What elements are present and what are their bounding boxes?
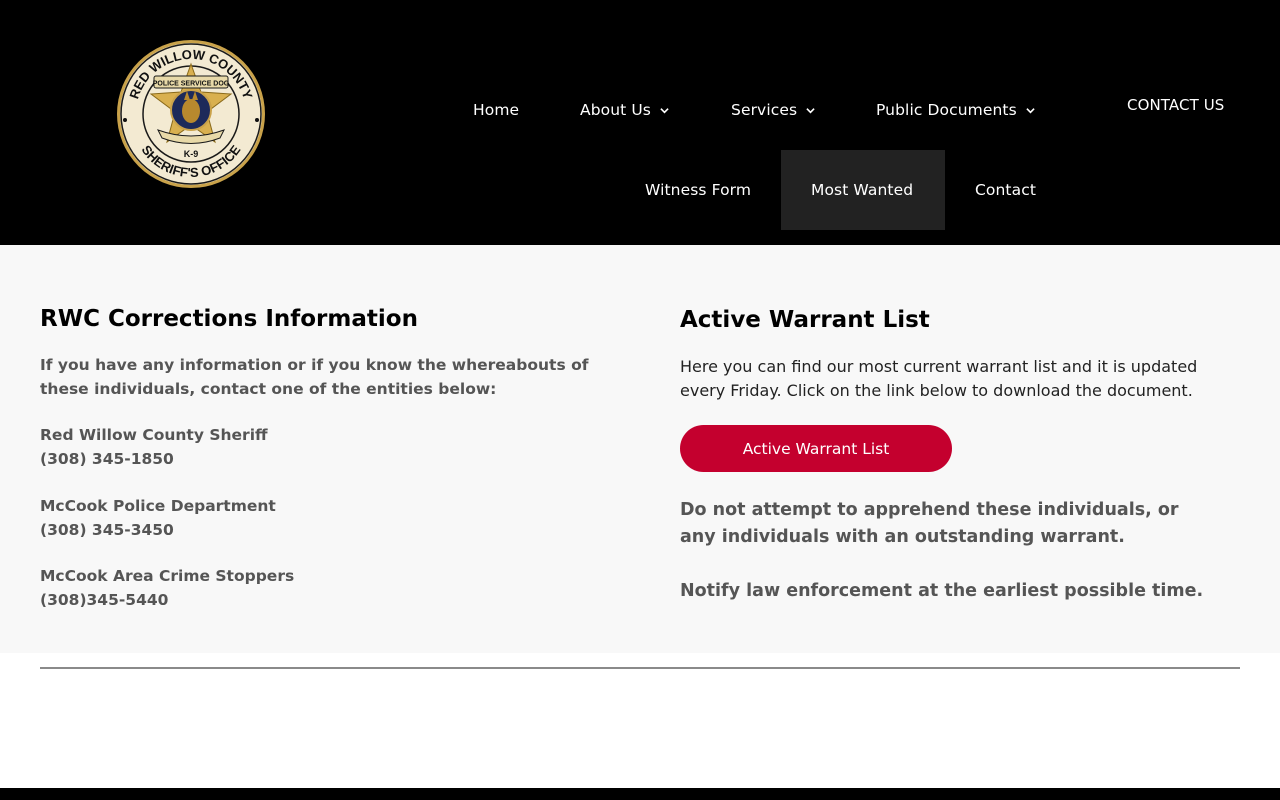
active-warrant-list-button[interactable]: Active Warrant List — [680, 425, 952, 472]
contact-us-link[interactable]: CONTACT US — [1127, 96, 1224, 114]
chevron-down-icon — [1026, 107, 1035, 113]
nav-contact[interactable]: Contact — [945, 150, 1066, 230]
chevron-down-icon — [660, 107, 669, 113]
entity-name: Red Willow County Sheriff — [40, 426, 268, 444]
nav-contact-label: Contact — [975, 181, 1037, 199]
entity-name: McCook Area Crime Stoppers — [40, 567, 295, 585]
section-divider — [40, 667, 1240, 669]
notify-text: Notify law enforcement at the earliest p… — [680, 581, 1204, 601]
chevron-down-icon — [806, 107, 815, 113]
entity-phone: (308)345-5440 — [40, 591, 169, 609]
warrant-list-title: Active Warrant List — [680, 307, 930, 333]
logo-banner-text: POLICE SERVICE DOG — [153, 81, 230, 88]
entity-phone: (308) 345-3450 — [40, 521, 174, 539]
footer-bar — [0, 788, 1280, 800]
nav-witness-form-label: Witness Form — [645, 181, 752, 199]
nav-most-wanted[interactable]: Most Wanted — [781, 150, 945, 230]
nav-services[interactable]: Services — [701, 70, 845, 150]
nav-witness-form[interactable]: Witness Form — [615, 150, 781, 230]
nav-about-us[interactable]: About Us — [550, 70, 699, 150]
nav-most-wanted-label: Most Wanted — [811, 181, 914, 199]
logo-badge-text: K-9 — [184, 149, 199, 159]
warrant-list-description: Here you can find our most current warra… — [680, 357, 1198, 400]
nav-public-documents[interactable]: Public Documents — [846, 70, 1065, 150]
nav-services-label: Services — [731, 101, 798, 119]
corrections-intro: If you have any information or if you kn… — [40, 356, 589, 398]
corrections-title: RWC Corrections Information — [40, 306, 418, 332]
nav-about-label: About Us — [580, 101, 651, 119]
sheriff-badge-logo[interactable]: RED WILLOW COUNTY SHERIFF'S OFFICE POLIC… — [114, 38, 268, 190]
nav-home[interactable]: Home — [443, 70, 549, 150]
site-header: RED WILLOW COUNTY SHERIFF'S OFFICE POLIC… — [0, 0, 1280, 245]
entity-phone: (308) 345-1850 — [40, 450, 174, 468]
entity-name: McCook Police Department — [40, 497, 276, 515]
warning-text: Do not attempt to apprehend these indivi… — [680, 500, 1179, 547]
nav-public-documents-label: Public Documents — [876, 101, 1017, 119]
nav-home-label: Home — [473, 101, 520, 119]
